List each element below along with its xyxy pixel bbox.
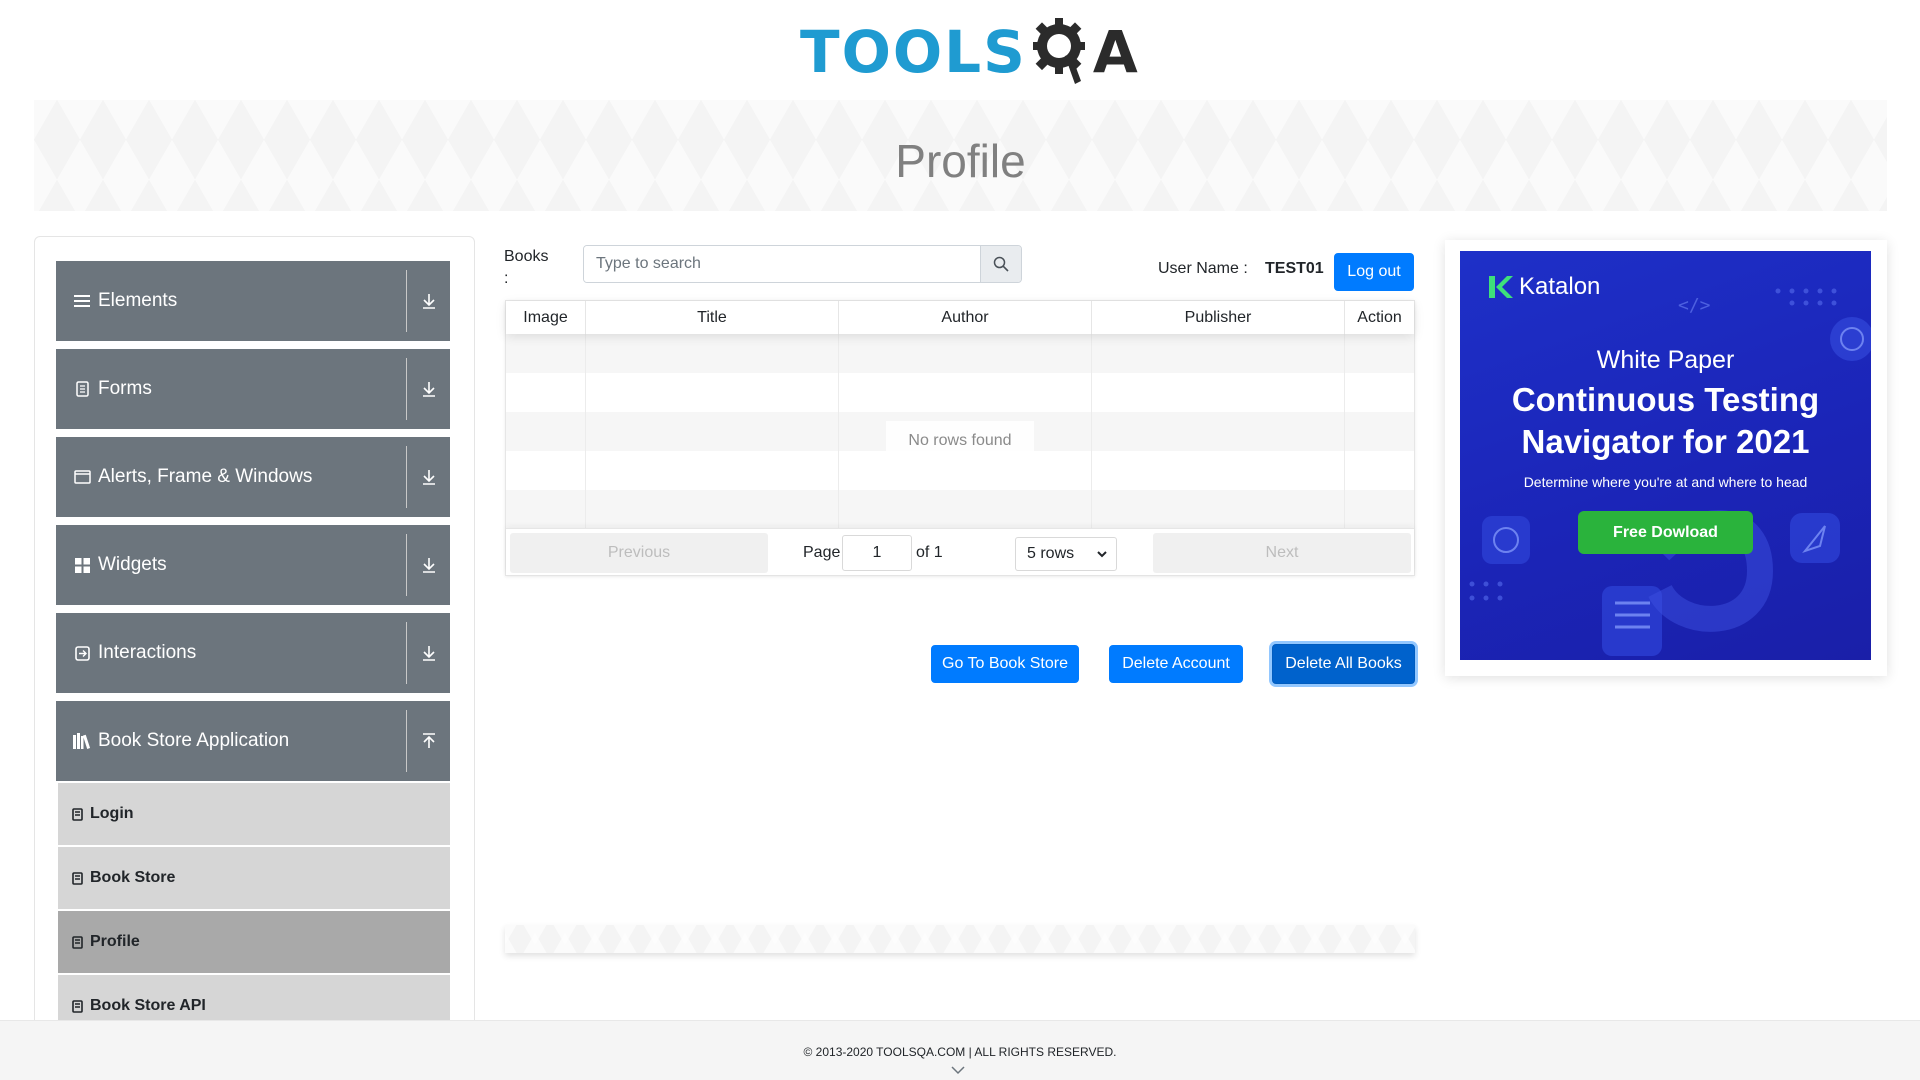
- chevron-down-icon: [1097, 551, 1107, 558]
- document-icon: [72, 807, 83, 821]
- user-name-value: TEST01: [1265, 260, 1324, 277]
- sidebar-item-profile[interactable]: Profile: [58, 911, 450, 973]
- total-pages-label: of 1: [916, 544, 943, 561]
- ad-kicker: White Paper: [1596, 346, 1735, 374]
- logout-button[interactable]: Log out: [1334, 253, 1414, 291]
- ad-title-line-2: Navigator for 2021: [1521, 423, 1810, 460]
- sidebar-group-interactions[interactable]: Interactions: [56, 613, 450, 693]
- download-arrow-icon[interactable]: [407, 293, 450, 309]
- delete-account-button[interactable]: Delete Account: [1109, 645, 1243, 683]
- page-jump-input[interactable]: [842, 535, 912, 571]
- delete-all-books-button[interactable]: Delete All Books: [1272, 644, 1415, 684]
- search-input[interactable]: [584, 246, 980, 282]
- rows-per-page-value: 5 rows: [1027, 545, 1075, 562]
- hamburger-icon: [72, 294, 92, 308]
- library-icon: [72, 733, 92, 749]
- sidebar-group-label: Widgets: [98, 554, 167, 575]
- sidebar-group-label: Alerts, Frame & Windows: [98, 466, 313, 487]
- page-title: Profile: [895, 134, 1026, 187]
- column-header-image[interactable]: Image: [506, 301, 586, 334]
- katalon-brand-name: Katalon: [1519, 273, 1601, 300]
- document-icon: [72, 999, 83, 1013]
- sidebar-group-alerts[interactable]: Alerts, Frame & Windows: [56, 437, 450, 517]
- sidebar-item-book-store-api[interactable]: Book Store API: [58, 975, 450, 1025]
- form-icon: [72, 381, 92, 397]
- search-icon: [993, 256, 1009, 272]
- table-row: [506, 490, 1414, 529]
- ad-subtitle: Determine where you're at and where to h…: [1523, 474, 1808, 490]
- logo-text-tools: TOOLS: [800, 18, 1027, 86]
- katalon-logo-icon: [1489, 276, 1513, 298]
- page-footer: © 2013-2020 TOOLSQA.COM | ALL RIGHTS RES…: [0, 1020, 1920, 1080]
- previous-button[interactable]: Previous: [510, 533, 768, 573]
- chevron-down-icon[interactable]: [950, 1065, 966, 1075]
- column-header-author[interactable]: Author: [839, 301, 1092, 334]
- download-arrow-icon[interactable]: [407, 469, 450, 485]
- column-header-title[interactable]: Title: [586, 301, 839, 334]
- column-header-publisher[interactable]: Publisher: [1092, 301, 1345, 334]
- table-row: [506, 373, 1414, 412]
- logo-text-a: A: [1092, 18, 1138, 86]
- document-icon: [72, 935, 83, 949]
- widgets-grid-icon: [72, 557, 92, 573]
- upload-arrow-icon[interactable]: [407, 733, 450, 749]
- advertisement-card: </> Katalon White Paper Continuous Testi…: [1445, 240, 1887, 676]
- svg-text:</>: </>: [1678, 295, 1711, 316]
- document-icon: [72, 871, 83, 885]
- katalon-brand: Katalon: [1487, 273, 1600, 301]
- download-arrow-icon[interactable]: [407, 557, 450, 573]
- search-button[interactable]: [980, 246, 1021, 282]
- ad-title: Continuous Testing Navigator for 2021: [1460, 379, 1871, 463]
- no-rows-message: No rows found: [886, 421, 1034, 461]
- ad-download-button[interactable]: Free Dowload: [1578, 511, 1753, 554]
- sidebar-item-label: Book Store: [90, 869, 176, 886]
- decorative-strip: [505, 925, 1415, 953]
- page-label: Page: [803, 544, 841, 561]
- window-icon: [72, 470, 92, 484]
- column-header-action[interactable]: Action: [1345, 301, 1414, 334]
- pagination-bar: Previous Page of 1 5 rows Next: [506, 528, 1414, 575]
- left-panel: Elements Forms Alerts, Frame & Windows W…: [34, 236, 475, 1026]
- download-arrow-icon[interactable]: [407, 381, 450, 397]
- sidebar-group-book-store-application[interactable]: Book Store Application: [56, 701, 450, 781]
- sidebar-item-label: Login: [90, 805, 134, 822]
- sidebar-group-label: Elements: [98, 290, 178, 311]
- katalon-ad[interactable]: </> Katalon White Paper Continuous Testi…: [1460, 251, 1871, 660]
- download-arrow-icon[interactable]: [407, 645, 450, 661]
- table-row: [506, 334, 1414, 373]
- sidebar-group-label: Book Store Application: [98, 730, 290, 751]
- sidebar-item-login[interactable]: Login: [58, 783, 450, 845]
- copyright-text: © 2013-2020 TOOLSQA.COM | ALL RIGHTS RES…: [803, 1045, 1117, 1059]
- books-label: Books :: [504, 246, 554, 290]
- gear-magnifier-icon: [1032, 18, 1085, 84]
- go-to-book-store-button[interactable]: Go To Book Store: [931, 645, 1079, 683]
- user-name-label: User Name :: [1158, 260, 1248, 277]
- ad-title-line-1: Continuous Testing: [1511, 381, 1820, 418]
- sidebar-group-elements[interactable]: Elements: [56, 261, 450, 341]
- sidebar-group-label: Interactions: [98, 642, 197, 663]
- interactions-icon: [72, 645, 92, 661]
- logo-qa: A: [1027, 14, 1138, 90]
- sidebar-group-label: Forms: [98, 378, 152, 399]
- toolsqa-logo[interactable]: TOOLS A: [800, 14, 1138, 90]
- rows-per-page-select[interactable]: 5 rows: [1015, 537, 1117, 571]
- sidebar-group-widgets[interactable]: Widgets: [56, 525, 450, 605]
- search-box: [583, 245, 1022, 283]
- sidebar-item-label: Book Store API: [90, 997, 206, 1014]
- page-banner: Profile: [34, 100, 1887, 211]
- table-header: Image Title Author Publisher Action: [506, 301, 1414, 334]
- next-button[interactable]: Next: [1153, 533, 1411, 573]
- sidebar-item-book-store[interactable]: Book Store: [58, 847, 450, 909]
- sidebar-group-forms[interactable]: Forms: [56, 349, 450, 429]
- sidebar-item-label: Profile: [90, 933, 140, 950]
- books-table: Image Title Author Publisher Action No r…: [505, 300, 1415, 576]
- books-label-text: Books :: [504, 248, 549, 287]
